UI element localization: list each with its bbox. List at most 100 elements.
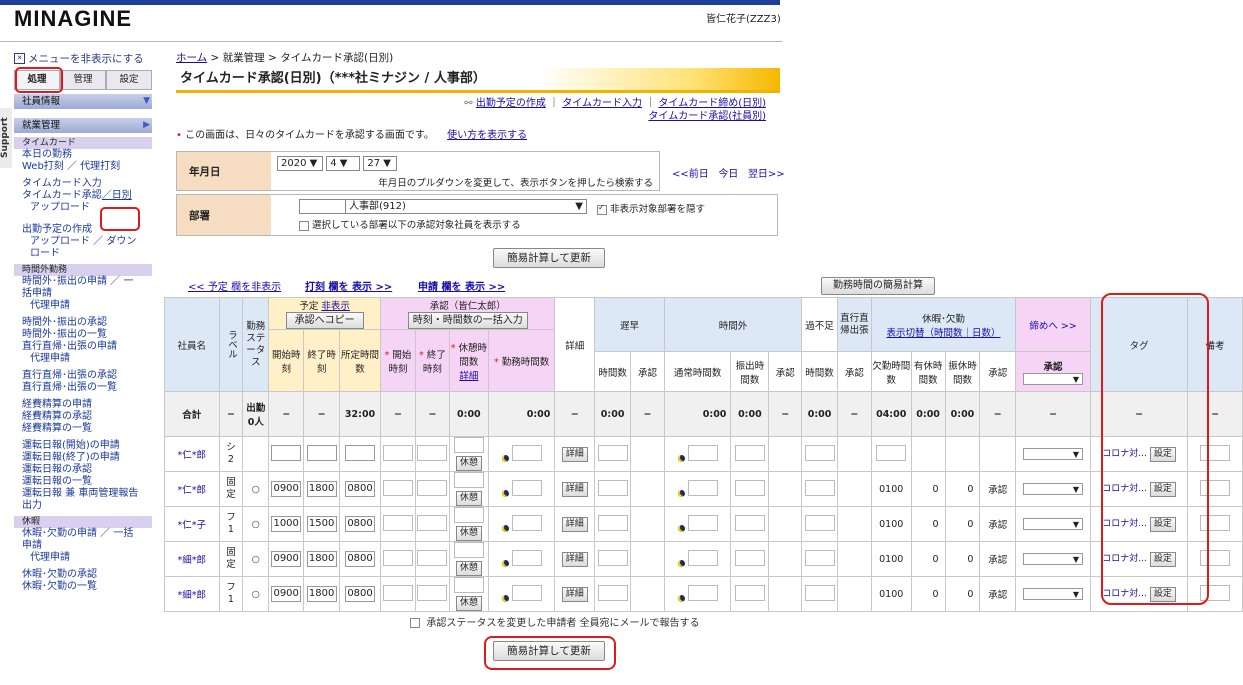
break-input[interactable]: [453, 507, 484, 523]
nav-direct-list[interactable]: 直行直帰･出張の一覧: [22, 382, 152, 394]
ot-normal-input[interactable]: [687, 514, 718, 531]
tag-settings-button[interactable]: 設定: [1149, 447, 1176, 462]
nav-web-punch[interactable]: Web打刻 ／ 代理打刻: [22, 161, 152, 173]
nav-leave-approve[interactable]: 休暇･欠勤の承認: [22, 569, 152, 581]
approve-end-input[interactable]: [417, 584, 448, 601]
leave-toggle-link[interactable]: 表示切替（時間数｜日数）: [886, 328, 1000, 339]
employee-name-link[interactable]: *仁*郎: [177, 450, 206, 461]
hide-menu-link[interactable]: ✕ メニューを非表示にする: [14, 50, 152, 66]
short-hours-input[interactable]: [804, 444, 835, 461]
plan-sched-input[interactable]: 0800: [345, 551, 376, 567]
month-select[interactable]: 4 ▼: [326, 156, 361, 171]
section-work[interactable]: 就業管理 ▶: [14, 118, 152, 133]
plan-start-input[interactable]: [271, 444, 302, 461]
approve-end-input[interactable]: [417, 514, 448, 531]
plan-end-input[interactable]: [306, 444, 337, 461]
nav-drive-end[interactable]: 運転日報(終了)の申請: [22, 452, 152, 464]
employee-name-link[interactable]: *仁*子: [177, 520, 206, 531]
tag-settings-button[interactable]: 設定: [1149, 552, 1176, 567]
nav-leave-apply[interactable]: 休暇･欠勤の申請 ／ 一括申請: [22, 528, 140, 552]
detail-button[interactable]: 詳細: [561, 481, 588, 497]
short-hours-input[interactable]: [804, 549, 835, 566]
nav-expense-apply[interactable]: 経費精算の申請: [22, 399, 152, 411]
break-input[interactable]: [453, 472, 484, 488]
break-input[interactable]: [453, 577, 484, 593]
short-hours-input[interactable]: [804, 584, 835, 601]
tag-link[interactable]: コロナ対...: [1102, 484, 1147, 494]
approve-start-input[interactable]: [382, 584, 413, 601]
close-approve-select[interactable]: ▼: [1023, 372, 1084, 385]
plan-sched-input[interactable]: [345, 444, 376, 461]
year-select[interactable]: 2020 ▼: [277, 156, 323, 171]
nav-upload[interactable]: アップロード: [30, 202, 152, 214]
approve-start-input[interactable]: [382, 549, 413, 566]
detail-button[interactable]: 詳細: [561, 586, 588, 602]
link-timecard-input[interactable]: タイムカード入力: [562, 98, 642, 109]
short-hours-input[interactable]: [804, 514, 835, 531]
plan-start-input[interactable]: 1000: [271, 516, 302, 532]
break-input[interactable]: [453, 542, 484, 558]
plan-start-input[interactable]: 0900: [271, 481, 302, 497]
plan-end-input[interactable]: 1800: [306, 551, 337, 567]
today-link[interactable]: 今日: [718, 169, 738, 180]
nav-leave-list[interactable]: 休暇･欠勤の一覧: [22, 581, 152, 593]
work-hours-input[interactable]: [511, 479, 542, 496]
nav-upload-download[interactable]: アップロード ／ ダウンロード: [30, 236, 144, 260]
employee-name-link[interactable]: *細*郎: [177, 555, 206, 566]
approve-end-input[interactable]: [417, 479, 448, 496]
employee-name-link[interactable]: *仁*郎: [177, 485, 206, 496]
nav-expense-approve[interactable]: 経費精算の承認: [22, 411, 152, 423]
memo-input[interactable]: [1200, 584, 1231, 601]
late-hours-input[interactable]: [597, 444, 628, 461]
calc-update-button-top[interactable]: 簡易計算して更新: [493, 248, 605, 268]
approve-start-input[interactable]: [382, 479, 413, 496]
calc-update-button-bottom[interactable]: 簡易計算して更新: [493, 641, 605, 661]
nav-today-work[interactable]: 本日の勤務: [22, 149, 152, 161]
tag-link[interactable]: コロナ対...: [1102, 554, 1147, 564]
late-hours-input[interactable]: [597, 514, 628, 531]
plan-end-input[interactable]: 1800: [306, 481, 337, 497]
show-sub-checkbox[interactable]: [299, 220, 309, 231]
nav-direct-approve[interactable]: 直行直帰･出張の承認: [22, 370, 152, 382]
bulk-input-button[interactable]: 時刻・時間数の一括入力: [407, 312, 528, 329]
section-employee[interactable]: 社員情報 ▼: [14, 94, 152, 109]
prev-day-link[interactable]: <<前日: [672, 169, 709, 180]
tag-link[interactable]: コロナ対...: [1102, 519, 1147, 529]
nav-ot-apply[interactable]: 時間外･振出の申請 ／ 一括申請: [22, 276, 140, 300]
approve-start-input[interactable]: [382, 514, 413, 531]
ot-normal-input[interactable]: [687, 549, 718, 566]
link-plan-create[interactable]: 出勤予定の作成: [476, 98, 546, 109]
toggle-plan[interactable]: << 予定 欄を非表示: [188, 278, 281, 293]
nav-direct-apply[interactable]: 直行直帰･出張の申請: [22, 341, 152, 353]
tag-settings-button[interactable]: 設定: [1149, 587, 1176, 602]
ot-shift-input[interactable]: [734, 479, 765, 496]
break-input[interactable]: [453, 437, 484, 453]
short-hours-input[interactable]: [804, 479, 835, 496]
plan-hide-link[interactable]: 非表示: [321, 301, 350, 312]
plan-end-input[interactable]: 1800: [306, 586, 337, 602]
plan-sched-input[interactable]: 0800: [345, 481, 376, 497]
tab-settings[interactable]: 設定: [106, 70, 152, 90]
dept-code-input[interactable]: [299, 199, 347, 214]
nav-drive-list[interactable]: 運転日報の一覧: [22, 476, 152, 488]
late-hours-input[interactable]: [597, 479, 628, 496]
tag-settings-button[interactable]: 設定: [1149, 517, 1176, 532]
simple-calc-button[interactable]: 勤務時間の簡易計算: [821, 277, 935, 295]
employee-name-link[interactable]: *細*郎: [177, 590, 206, 601]
work-hours-input[interactable]: [511, 584, 542, 601]
work-hours-input[interactable]: [511, 514, 542, 531]
tab-process[interactable]: 処理: [14, 70, 60, 90]
ot-normal-input[interactable]: [687, 584, 718, 601]
tag-settings-button[interactable]: 設定: [1149, 482, 1176, 497]
memo-input[interactable]: [1200, 514, 1231, 531]
memo-input[interactable]: [1200, 479, 1231, 496]
nav-timecard-daily[interactable]: ／日別: [102, 190, 132, 201]
nav-timecard-approve[interactable]: タイムカード承認: [22, 190, 102, 201]
ot-shift-input[interactable]: [734, 584, 765, 601]
toggle-punch[interactable]: 打刻 欄を 表示 >>: [305, 278, 392, 293]
late-hours-input[interactable]: [597, 584, 628, 601]
approve-end-input[interactable]: [417, 444, 448, 461]
close-select[interactable]: ▼: [1023, 518, 1084, 530]
tag-link[interactable]: コロナ対...: [1102, 589, 1147, 599]
hide-dept-checkbox[interactable]: [597, 203, 607, 215]
